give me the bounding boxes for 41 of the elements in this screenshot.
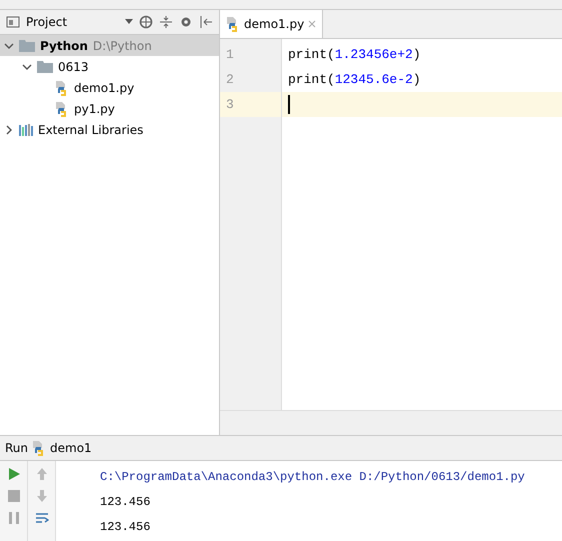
- chevron-down-icon[interactable]: [4, 40, 14, 50]
- tree-label: demo1.py: [74, 80, 134, 94]
- tree-label: py1.py: [74, 102, 115, 116]
- run-icon[interactable]: [6, 467, 20, 481]
- run-label[interactable]: Run: [5, 441, 28, 455]
- tree-item[interactable]: 0613: [0, 56, 219, 77]
- caret-icon[interactable]: [125, 19, 133, 25]
- settings-icon[interactable]: [179, 15, 193, 29]
- tree-item[interactable]: External Libraries: [0, 119, 219, 140]
- collapse-icon[interactable]: [159, 15, 173, 29]
- tree-label: 0613: [58, 60, 89, 74]
- panel-title[interactable]: Project: [26, 15, 68, 29]
- python-file-icon: [226, 16, 240, 32]
- target-icon[interactable]: [139, 15, 153, 29]
- code-line: print(1.23456e+2): [287, 46, 422, 64]
- project-view-icon[interactable]: [6, 15, 20, 29]
- folder-icon: [19, 39, 35, 52]
- tree-item[interactable]: Python D:\Python: [0, 35, 219, 56]
- line-number: 2: [225, 71, 235, 89]
- hide-icon[interactable]: [199, 15, 213, 29]
- line-number: 3: [220, 92, 281, 117]
- soft-wrap-icon[interactable]: [34, 511, 48, 525]
- line-number: 1: [225, 46, 235, 64]
- project-path: D:\Python: [92, 38, 152, 52]
- text-caret: [288, 95, 290, 114]
- code-line: print(12345.6e-2): [287, 71, 422, 89]
- run-config[interactable]: demo1: [50, 441, 92, 455]
- python-file-icon: [55, 100, 69, 116]
- tree-item[interactable]: demo1.py: [0, 77, 219, 98]
- editor-tab[interactable]: demo1.py: [220, 10, 324, 38]
- tree-label: Python: [40, 38, 88, 52]
- tree-item[interactable]: py1.py: [0, 98, 219, 119]
- python-file-icon: [55, 80, 69, 96]
- library-icon: [19, 124, 33, 136]
- tree-label: External Libraries: [38, 122, 144, 136]
- console-line: 123.456: [100, 519, 152, 536]
- console-line: 123.456: [100, 494, 152, 511]
- folder-icon: [37, 60, 53, 73]
- console-line: C:\ProgramData\Anaconda3\python.exe D:/Python/0613/demo1.py: [100, 469, 526, 486]
- chevron-right-icon[interactable]: [4, 124, 14, 134]
- chevron-down-icon[interactable]: [22, 62, 32, 72]
